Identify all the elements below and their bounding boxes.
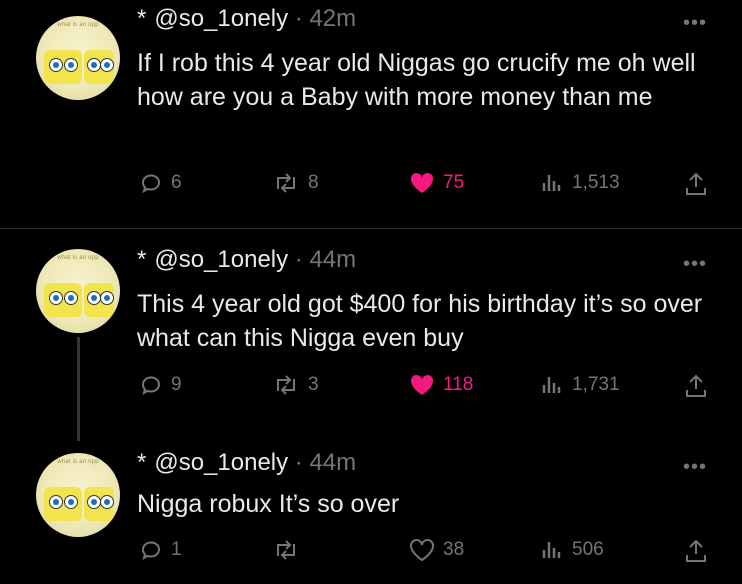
reply-icon bbox=[141, 541, 161, 561]
more-icon[interactable]: ••• bbox=[683, 12, 707, 35]
reply-count: 9 bbox=[171, 374, 182, 395]
tweet-header: * @so_1onely · 44m bbox=[137, 246, 357, 273]
views-button[interactable]: 506 bbox=[540, 538, 604, 562]
reply-button[interactable]: 9 bbox=[139, 373, 182, 397]
tweet-text: This 4 year old got $400 for his birthda… bbox=[137, 290, 703, 352]
avatar[interactable]: what is an opp bbox=[36, 453, 120, 537]
avatar-caption: what is an opp bbox=[57, 459, 99, 465]
views-icon bbox=[542, 542, 561, 558]
reply-count: 6 bbox=[171, 172, 182, 193]
action-bar: 1 38 506 bbox=[0, 538, 742, 568]
avatar[interactable]: what is an opp bbox=[36, 16, 120, 100]
avatar-caption: what is an opp bbox=[57, 22, 99, 28]
tweet-header: * @so_1onely · 44m bbox=[137, 449, 357, 476]
views-count: 506 bbox=[572, 539, 604, 560]
reply-count: 1 bbox=[171, 539, 182, 560]
like-button[interactable]: 75 bbox=[409, 171, 464, 195]
timestamp[interactable]: 42m bbox=[309, 5, 356, 32]
more-icon[interactable]: ••• bbox=[683, 253, 707, 276]
star-glyph: * bbox=[137, 246, 147, 273]
like-icon bbox=[410, 374, 434, 395]
thread-line bbox=[77, 337, 80, 441]
reply-button[interactable]: 6 bbox=[139, 171, 182, 195]
like-count: 38 bbox=[443, 539, 465, 560]
views-icon bbox=[542, 175, 561, 191]
more-icon[interactable]: ••• bbox=[683, 456, 707, 479]
reply-button[interactable]: 1 bbox=[139, 538, 182, 562]
retweet-icon bbox=[277, 540, 295, 560]
retweet-button[interactable]: 8 bbox=[272, 171, 319, 195]
views-button[interactable]: 1,731 bbox=[540, 373, 620, 397]
reply-icon bbox=[141, 174, 161, 194]
retweet-button[interactable]: 3 bbox=[272, 373, 319, 397]
like-count: 118 bbox=[443, 374, 474, 395]
user-handle[interactable]: @so_1onely bbox=[154, 5, 288, 32]
share-button[interactable] bbox=[684, 538, 708, 564]
star-glyph: * bbox=[137, 449, 147, 476]
tweet-text: If I rob this 4 year old Niggas go cruci… bbox=[137, 49, 696, 111]
views-count: 1,731 bbox=[572, 374, 620, 395]
action-bar: 9 3 118 1,731 bbox=[0, 373, 742, 403]
retweet-icon bbox=[277, 375, 295, 395]
reply-icon bbox=[141, 376, 161, 396]
views-button[interactable]: 1,513 bbox=[540, 171, 620, 195]
timestamp[interactable]: 44m bbox=[309, 246, 356, 273]
like-icon bbox=[410, 539, 434, 562]
share-icon bbox=[686, 374, 706, 397]
share-icon bbox=[686, 539, 706, 562]
star-glyph: * bbox=[137, 5, 147, 32]
retweet-count: 8 bbox=[308, 172, 319, 193]
timestamp[interactable]: 44m bbox=[309, 449, 356, 476]
user-handle[interactable]: @so_1onely bbox=[154, 449, 288, 476]
like-button[interactable]: 38 bbox=[409, 538, 464, 562]
like-button[interactable]: 118 bbox=[409, 373, 473, 397]
retweet-count: 3 bbox=[308, 374, 319, 395]
retweet-button[interactable] bbox=[272, 538, 308, 562]
avatar[interactable]: what is an opp bbox=[36, 249, 120, 333]
tweet-text: Nigga robux It’s so over bbox=[137, 490, 400, 518]
user-handle[interactable]: @so_1onely bbox=[154, 246, 288, 273]
views-count: 1,513 bbox=[572, 172, 620, 193]
like-count: 75 bbox=[443, 172, 465, 193]
share-button[interactable] bbox=[684, 373, 708, 399]
tweet-divider bbox=[0, 228, 742, 229]
share-icon bbox=[686, 172, 706, 195]
like-icon bbox=[410, 172, 434, 193]
share-button[interactable] bbox=[684, 171, 708, 197]
views-icon bbox=[542, 377, 561, 393]
action-bar: 6 8 75 1,513 bbox=[0, 171, 742, 201]
tweet-header: * @so_1onely · 42m bbox=[137, 5, 357, 32]
retweet-icon bbox=[277, 173, 295, 193]
avatar-caption: what is an opp bbox=[57, 255, 99, 261]
